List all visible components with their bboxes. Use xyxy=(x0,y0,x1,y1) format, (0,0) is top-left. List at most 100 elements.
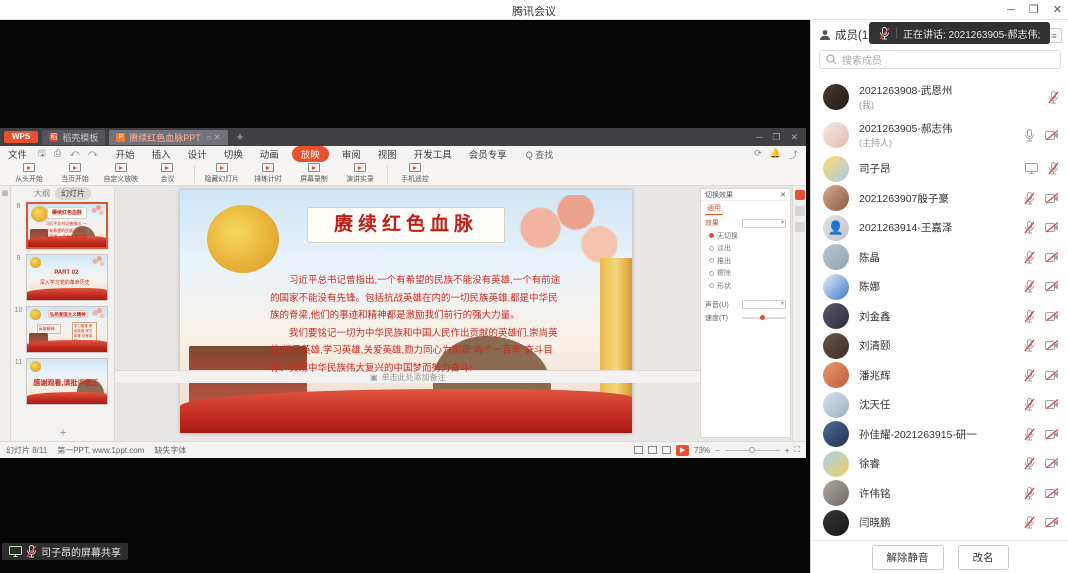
mic-muted-icon[interactable] xyxy=(1024,339,1035,352)
zoom-in-icon[interactable]: + xyxy=(785,446,790,455)
member-row[interactable]: 2021263907殷子豪 xyxy=(811,184,1068,214)
rail-transition-icon[interactable] xyxy=(795,190,805,200)
mic-muted-icon[interactable] xyxy=(1048,91,1059,104)
camera-off-icon[interactable] xyxy=(1045,370,1059,381)
mic-on-icon[interactable] xyxy=(1024,129,1035,142)
camera-off-icon[interactable] xyxy=(1045,399,1059,410)
screen-share-icon[interactable] xyxy=(1025,163,1038,174)
member-row[interactable]: 徐睿 xyxy=(811,449,1068,479)
tab-template-store[interactable]: 稻 稻壳模板 xyxy=(42,130,105,145)
member-row[interactable]: 刘清颐 xyxy=(811,331,1068,361)
member-row[interactable]: 孙佳耀-2021263915-研一 xyxy=(811,420,1068,450)
menu-item-开始[interactable]: 开始 xyxy=(112,146,139,162)
mic-muted-icon[interactable] xyxy=(1024,398,1035,411)
ribbon-tool-演讲实录[interactable]: 演讲实录 xyxy=(337,163,383,184)
ribbon-tool-当页开始[interactable]: 当页开始 xyxy=(52,163,98,184)
maximize-button[interactable]: ❐ xyxy=(1029,2,1039,18)
zoom-out-icon[interactable]: − xyxy=(715,446,720,455)
ribbon-tool-从头开始[interactable]: 从头开始 xyxy=(6,163,52,184)
add-slide-button[interactable]: + xyxy=(11,427,115,439)
mic-muted-icon[interactable] xyxy=(1024,192,1035,205)
menu-item-设计[interactable]: 设计 xyxy=(184,146,211,162)
transition-option-形状[interactable]: 形状 xyxy=(701,278,790,291)
camera-off-icon[interactable] xyxy=(1045,222,1059,233)
tab-presentation-file[interactable]: P 赓续红色血脉PPT ○ ✕ xyxy=(109,130,227,145)
file-menu[interactable]: 文件 xyxy=(8,147,27,161)
slide-thumbnail-11[interactable]: 11感谢观看,请批评指正 xyxy=(11,358,115,405)
bell-icon[interactable]: 🔔 xyxy=(770,148,781,161)
ribbon-tool-会议[interactable]: 会议 xyxy=(144,163,190,184)
effect-dropdown[interactable] xyxy=(742,219,786,228)
slide-thumbnail-8[interactable]: 8赓续红色血脉习近平总书记曾指出,一个有希望的民族不能没有英雄,一个有前途的国家… xyxy=(11,202,115,249)
member-row[interactable]: 司子昂 xyxy=(811,154,1068,184)
member-row[interactable]: 2021263905-郝志伟(主持人) xyxy=(811,116,1068,154)
mic-muted-icon[interactable] xyxy=(1024,280,1035,293)
member-row[interactable]: 刘金鑫 xyxy=(811,302,1068,332)
camera-off-icon[interactable] xyxy=(1045,458,1059,469)
ribbon-tool-排练计时[interactable]: 排练计时 xyxy=(245,163,291,184)
mic-muted-icon[interactable] xyxy=(1024,428,1035,441)
task-pane-tab[interactable]: 通用 xyxy=(705,201,723,215)
mic-muted-icon[interactable] xyxy=(1048,162,1059,175)
wps-minimize-icon[interactable]: ─ xyxy=(756,132,762,143)
search-members-input[interactable]: 搜索成员 xyxy=(819,50,1061,69)
play-slideshow-button[interactable]: ▶ xyxy=(676,445,689,456)
minimize-button[interactable]: ─ xyxy=(1007,2,1015,18)
member-row[interactable]: 👤2021263914-王嘉泽 xyxy=(811,213,1068,243)
menu-item-审阅[interactable]: 审阅 xyxy=(338,146,365,162)
transition-option-淡出[interactable]: 淡出 xyxy=(701,241,790,254)
mic-muted-icon[interactable] xyxy=(1024,251,1035,264)
zoom-slider[interactable] xyxy=(725,450,780,451)
quick-access-icons[interactable]: 🖫 ⎙ ↶ ↷ xyxy=(38,146,101,162)
sync-icon[interactable]: ⟳ xyxy=(754,148,762,161)
transition-option-无切换[interactable]: 无切换 xyxy=(701,228,790,241)
camera-off-icon[interactable] xyxy=(1045,252,1059,263)
wps-home-button[interactable]: WPS xyxy=(4,131,38,143)
member-row[interactable]: 潘兆辉 xyxy=(811,361,1068,391)
menu-item-插入[interactable]: 插入 xyxy=(148,146,175,162)
camera-off-icon[interactable] xyxy=(1045,488,1059,499)
camera-off-icon[interactable] xyxy=(1045,130,1059,141)
menu-item-会员专享[interactable]: 会员专享 xyxy=(465,146,511,162)
menu-item-放映[interactable]: 放映 xyxy=(292,146,329,162)
screen-share-indicator[interactable]: 司子昂的屏幕共享 xyxy=(2,543,128,560)
member-row[interactable]: 陈晶 xyxy=(811,243,1068,273)
camera-off-icon[interactable] xyxy=(1045,193,1059,204)
new-tab-button[interactable]: + xyxy=(232,130,249,144)
left-collapse-rail[interactable]: ▦ xyxy=(0,186,11,441)
outline-tab[interactable]: 大纲 xyxy=(34,188,50,199)
ribbon-tool-自定义放映[interactable]: 自定义放映 xyxy=(98,163,144,184)
camera-off-icon[interactable] xyxy=(1045,311,1059,322)
member-row[interactable]: 2021263908-武恩州(我) xyxy=(811,78,1068,116)
mic-muted-icon[interactable] xyxy=(1024,369,1035,382)
member-row[interactable]: 许伟铭 xyxy=(811,479,1068,509)
member-row[interactable]: 陈娜 xyxy=(811,272,1068,302)
mic-muted-icon[interactable] xyxy=(1024,310,1035,323)
current-slide[interactable]: 赓续红色血脉 习近平总书记曾指出,一个有希望的民族不能没有英雄,一个有前途的国家… xyxy=(180,190,632,433)
sorter-view-icon[interactable] xyxy=(648,446,657,454)
slide-thumbnail-9[interactable]: 9PART 02深入学习党的革命历史 xyxy=(11,254,115,301)
fullscreen-icon[interactable]: ⛶ xyxy=(794,445,800,455)
camera-off-icon[interactable] xyxy=(1045,517,1059,528)
zoom-percentage[interactable]: 73% xyxy=(694,446,710,455)
wps-close-icon[interactable]: ✕ xyxy=(790,132,798,143)
tab-close-icon[interactable]: ○ ✕ xyxy=(207,133,221,142)
slide-thumbnail-10[interactable]: 10弘扬爱国主义精神英雄精神学习英雄 崇尚英雄 捍卫英雄 关爱英雄 xyxy=(11,306,115,353)
menu-item-动画[interactable]: 动画 xyxy=(256,146,283,162)
transition-option-推出[interactable]: 推出 xyxy=(701,253,790,266)
slides-tab[interactable]: 幻灯片 xyxy=(55,187,91,200)
mic-muted-icon[interactable] xyxy=(1024,487,1035,500)
mic-muted-icon[interactable] xyxy=(1024,457,1035,470)
rename-button[interactable]: 改名 xyxy=(958,545,1009,570)
reading-view-icon[interactable] xyxy=(662,446,671,454)
menu-item-视图[interactable]: 视图 xyxy=(374,146,401,162)
member-row[interactable]: 闫晓鹏 xyxy=(811,508,1068,538)
find-command[interactable]: Q 查找 xyxy=(526,148,554,161)
close-button[interactable]: ✕ xyxy=(1053,2,1062,18)
ribbon-tool-屏幕录制[interactable]: 屏幕录制 xyxy=(291,163,337,184)
menu-item-开发工具[interactable]: 开发工具 xyxy=(410,146,456,162)
wps-maximize-icon[interactable]: ❐ xyxy=(772,132,780,143)
menu-item-切换[interactable]: 切换 xyxy=(220,146,247,162)
rail-animation-icon[interactable] xyxy=(795,206,805,216)
member-row[interactable]: 沈天任 xyxy=(811,390,1068,420)
